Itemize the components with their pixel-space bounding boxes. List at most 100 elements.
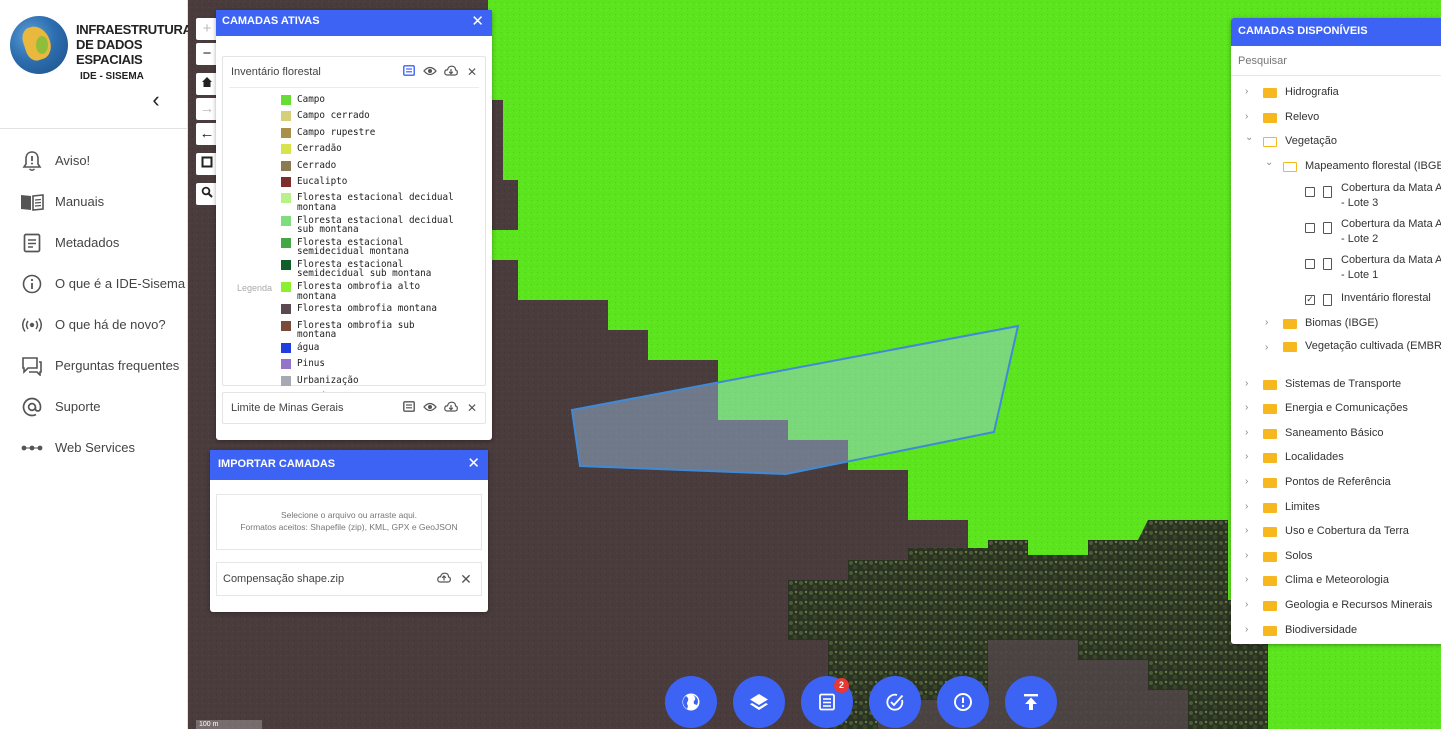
chevron-right-icon[interactable]: › [1245, 593, 1255, 617]
tree-folder-item[interactable]: › Saneamento Básico [1231, 421, 1441, 446]
legend-item-label: Floresta ombrofia alto montana [297, 281, 421, 302]
legend-item: Floresta ombrofia sub montana [281, 320, 481, 340]
chevron-down-icon[interactable]: ⌄ [1245, 126, 1255, 150]
layer-card-inventario: Inventário florestal ✕ Legenda Campo Camp… [222, 56, 486, 403]
legend-toggle-icon[interactable] [402, 57, 416, 87]
tree-layer-item[interactable]: Cobertura da Mata Atlântica 2019 - Lote … [1231, 178, 1441, 214]
chevron-right-icon[interactable]: › [1245, 470, 1255, 494]
active-layers-header: CAMADAS ATIVAS ✕ [216, 10, 492, 36]
menu-label-suporte: Suporte [55, 399, 101, 414]
chevron-right-icon[interactable]: › [1245, 445, 1255, 469]
close-icon[interactable]: ✕ [467, 453, 480, 475]
legend-item-label: Campo cerrado [297, 110, 370, 122]
legend-item: Campo [281, 95, 481, 105]
chevron-down-icon[interactable]: ⌄ [1265, 151, 1275, 175]
ide-sisema-logo[interactable]: INFRAESTRUTURA DE DADOS ESPACIAIS IDE - … [10, 14, 192, 82]
chevron-right-icon[interactable]: › [1245, 372, 1255, 396]
layer-checkbox[interactable] [1305, 187, 1315, 198]
zoom-in-button[interactable]: + [196, 18, 218, 40]
chevron-right-icon[interactable]: › [1245, 618, 1255, 642]
chevron-right-icon[interactable]: › [1245, 396, 1255, 420]
tree-folder-item[interactable]: › Sistemas de Transporte [1231, 372, 1441, 397]
legend-swatch [281, 111, 291, 122]
tree-folder-item[interactable]: › Vegetação cultivada (EMBRAPA/ANA) [1231, 336, 1441, 372]
forward-button[interactable]: → [196, 98, 218, 120]
legend-item: Floresta estacional decidual montana [281, 193, 481, 212]
fullscreen-button[interactable] [196, 153, 218, 175]
layer-checkbox[interactable] [1305, 259, 1315, 270]
tree-folder-item[interactable]: › Pontos de Referência [1231, 470, 1441, 495]
tree-item-label: Energia e Comunicações [1285, 402, 1408, 415]
map-search-button[interactable] [196, 183, 218, 205]
active-layers-button[interactable]: 2 [801, 676, 853, 728]
cloud-download-icon[interactable] [444, 57, 458, 87]
menu-item-o-que-e[interactable]: O que é a IDE-Sisema [0, 263, 188, 304]
tree-folder-item[interactable]: ⌄ Mapeamento florestal (IBGE) [1231, 154, 1441, 179]
legend-toggle-icon[interactable] [402, 393, 416, 423]
import-title: IMPORTAR CAMADAS [218, 458, 336, 470]
menu-item-web-services[interactable]: Web Services [0, 427, 188, 468]
draw-button[interactable] [869, 676, 921, 728]
basemap-button[interactable] [665, 676, 717, 728]
collapse-sidebar-icon[interactable]: ‹ [146, 88, 166, 112]
tree-folder-item[interactable]: › Solos [1231, 544, 1441, 569]
tree-folder-item[interactable]: › Biodiversidade [1231, 618, 1441, 643]
tree-folder-item[interactable]: › Energia e Comunicações [1231, 396, 1441, 421]
folder-icon [1263, 527, 1277, 538]
tree-folder-item[interactable]: › Clima e Meteorologia [1231, 568, 1441, 593]
menu-item-perguntas[interactable]: Perguntas frequentes [0, 345, 188, 386]
remove-layer-icon[interactable]: ✕ [465, 393, 479, 423]
logo-line-1: INFRAESTRUTURA [76, 22, 192, 37]
menu-item-suporte[interactable]: Suporte [0, 386, 188, 427]
legend-item: Urbanização [281, 376, 481, 386]
tree-folder-item[interactable]: › Limites [1231, 495, 1441, 520]
tree-folder-item[interactable]: › Hidrografia [1231, 80, 1441, 105]
home-button[interactable] [196, 73, 218, 95]
tree-layer-item[interactable]: Cobertura da Mata Atlântica 2019 - Lote … [1231, 214, 1441, 250]
cloud-upload-icon[interactable] [437, 563, 451, 595]
eye-icon[interactable] [423, 57, 437, 87]
tree-folder-item[interactable]: ⌄ Vegetação [1231, 129, 1441, 154]
back-button[interactable]: ← [196, 123, 218, 145]
legend-swatch [281, 144, 291, 155]
file-dropzone[interactable]: Selecione o arquivo ou arraste aqui. For… [216, 494, 482, 550]
tree-folder-item[interactable]: › Geologia e Recursos Minerais [1231, 593, 1441, 618]
chevron-right-icon[interactable]: › [1245, 519, 1255, 543]
chevron-right-icon[interactable]: › [1245, 568, 1255, 592]
info-button[interactable] [937, 676, 989, 728]
chevron-right-icon[interactable]: › [1245, 80, 1255, 104]
chevron-right-icon[interactable]: › [1265, 311, 1275, 335]
tree-item-label: Vegetação [1285, 135, 1337, 148]
chevron-right-icon[interactable]: › [1265, 336, 1275, 360]
menu-item-aviso[interactable]: Aviso! [0, 140, 188, 181]
legend-item-label: Floresta ombrofia montana [297, 303, 437, 315]
tree-folder-item[interactable]: › Uso e Cobertura da Terra [1231, 519, 1441, 544]
tree-folder-item[interactable]: › Biomas (IBGE) [1231, 311, 1441, 336]
chevron-right-icon[interactable]: › [1245, 495, 1255, 519]
legend-item-label: Floresta estacional decidual montana [297, 192, 454, 213]
tree-layer-item[interactable]: Cobertura da Mata Atlântica 2019 - Lote … [1231, 250, 1441, 286]
chevron-right-icon[interactable]: › [1245, 105, 1255, 129]
cloud-download-icon[interactable] [444, 393, 458, 423]
tree-layer-item[interactable]: ✓ Inventário florestal [1231, 286, 1441, 311]
menu-item-metadados[interactable]: Metadados [0, 222, 188, 263]
zoom-out-button[interactable]: − [196, 43, 218, 65]
remove-layer-icon[interactable]: ✕ [465, 57, 479, 87]
menu-item-novidades[interactable]: O que há de novo? [0, 304, 188, 345]
legend-swatch [281, 282, 291, 293]
close-icon[interactable]: ✕ [471, 11, 484, 33]
remove-file-icon[interactable]: ✕ [459, 563, 473, 595]
tree-folder-item[interactable]: › Localidades [1231, 445, 1441, 470]
menu-label-o-que-e: O que é a IDE-Sisema [55, 276, 186, 291]
layer-checkbox[interactable] [1305, 223, 1315, 234]
layer-checkbox[interactable]: ✓ [1305, 295, 1315, 306]
layers-button[interactable] [733, 676, 785, 728]
eye-icon[interactable] [423, 393, 437, 423]
tree-folder-item[interactable]: › Relevo [1231, 105, 1441, 130]
chevron-right-icon[interactable]: › [1245, 544, 1255, 568]
import-button[interactable] [1005, 676, 1057, 728]
chevron-right-icon[interactable]: › [1245, 421, 1255, 445]
menu-item-manuais[interactable]: Manuais [0, 181, 188, 222]
app-window: INFRAESTRUTURA DE DADOS ESPACIAIS IDE - … [0, 0, 1441, 729]
layer-search-input[interactable] [1231, 46, 1441, 76]
